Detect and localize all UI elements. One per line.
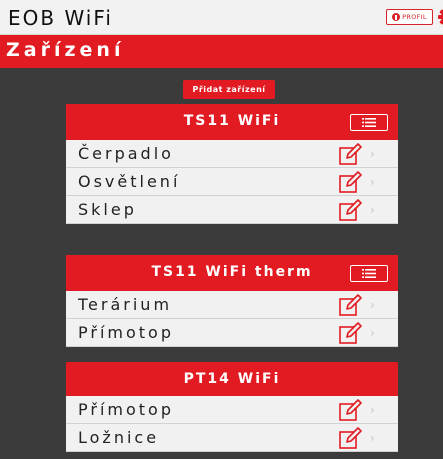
pencil-square-icon[interactable] [338,293,362,317]
list-icon [362,118,376,127]
device-label: Sklep [78,200,137,219]
chevron-right-icon: › [370,203,375,217]
chevron-right-icon: › [370,298,375,312]
group-header: PT14 WiFi [66,362,398,396]
pencil-square-icon[interactable] [338,398,362,422]
group-title: TS11 WiFi therm [151,264,313,280]
device-label: Přímotop [78,400,174,419]
section-header: Zařízení [0,35,443,68]
list-icon [362,269,376,278]
group-title: PT14 WiFi [183,371,281,387]
group-menu-button[interactable] [350,265,388,282]
device-label: Osvětlení [78,172,181,191]
device-row[interactable]: Čerpadlo › [66,140,398,168]
profile-button[interactable]: PROFIL [386,9,433,25]
device-row[interactable]: Ložnice › [66,424,398,452]
device-row[interactable]: Přímotop › [66,396,398,424]
pencil-square-icon[interactable] [338,142,362,166]
chevron-right-icon: › [370,431,375,445]
device-label: Ložnice [78,428,160,447]
device-group: TS11 WiFi therm Terárium › Přímotop › [66,255,398,347]
add-device-button[interactable]: Přidat zařízení [183,80,275,99]
group-header: TS11 WiFi [66,104,398,140]
app-header: EOB WiFi PROFIL [0,0,443,35]
device-row[interactable]: Přímotop › [66,319,398,347]
chevron-right-icon: › [370,147,375,161]
device-group: PT14 WiFi Přímotop › Ložnice › [66,362,398,452]
chevron-right-icon: › [370,326,375,340]
pencil-square-icon[interactable] [338,198,362,222]
pencil-square-icon[interactable] [338,170,362,194]
group-menu-button[interactable] [350,114,388,131]
device-row[interactable]: Osvětlení › [66,168,398,196]
device-row[interactable]: Sklep › [66,196,398,224]
profile-label: PROFIL [402,13,427,21]
pencil-square-icon[interactable] [338,321,362,345]
gear-icon[interactable] [437,7,443,27]
device-label: Přímotop [78,323,174,342]
device-row[interactable]: Terárium › [66,291,398,319]
group-header: TS11 WiFi therm [66,255,398,291]
device-group: TS11 WiFi Čerpadlo › Osvětlení › Sklep › [66,104,398,224]
device-label: Terárium [78,295,173,314]
person-info-icon [392,13,401,21]
chevron-right-icon: › [370,403,375,417]
device-label: Čerpadlo [78,144,174,163]
chevron-right-icon: › [370,175,375,189]
app-title: EOB WiFi [8,6,113,30]
group-title: TS11 WiFi [183,113,281,129]
pencil-square-icon[interactable] [338,426,362,450]
page-title: Zařízení [6,39,125,61]
